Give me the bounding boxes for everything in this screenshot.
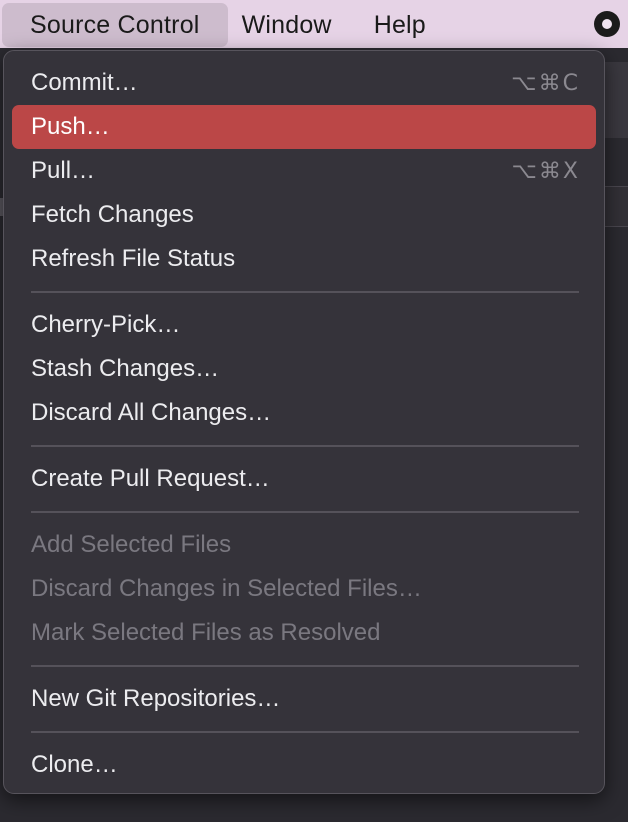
menubar-item-label: Help xyxy=(373,10,426,39)
menu-item-cherry-pick[interactable]: Cherry-Pick… xyxy=(12,303,596,347)
menu-item-add-selected-files: Add Selected Files xyxy=(12,523,596,567)
source-control-menu: Commit… ⌥⌘C Push… Pull… ⌥⌘X Fetch Change… xyxy=(3,50,605,794)
menu-separator xyxy=(31,445,579,447)
menu-item-label: Cherry-Pick… xyxy=(31,311,181,338)
menu-bar: Source Control Window Help xyxy=(0,0,628,48)
menu-item-label: Push… xyxy=(31,113,110,140)
menu-item-discard-all-changes[interactable]: Discard All Changes… xyxy=(12,391,596,435)
record-icon-dot xyxy=(602,19,612,29)
menubar-item-label: Source Control xyxy=(30,10,200,39)
menu-item-discard-changes-selected: Discard Changes in Selected Files… xyxy=(12,567,596,611)
menu-item-push[interactable]: Push… xyxy=(12,105,596,149)
menu-item-clone[interactable]: Clone… xyxy=(12,743,596,787)
menubar-help[interactable]: Help xyxy=(346,3,440,47)
keyboard-shortcut: ⌥⌘C xyxy=(511,70,580,96)
menu-item-label: Commit… xyxy=(31,69,138,96)
keyboard-shortcut: ⌥⌘X xyxy=(511,158,580,184)
menu-item-label: Discard Changes in Selected Files… xyxy=(31,575,422,602)
menu-separator xyxy=(31,511,579,513)
menu-item-label: New Git Repositories… xyxy=(31,685,281,712)
menu-item-label: Clone… xyxy=(31,751,118,778)
menu-item-mark-resolved: Mark Selected Files as Resolved xyxy=(12,611,596,655)
menu-item-label: Discard All Changes… xyxy=(31,399,272,426)
menu-item-label: Add Selected Files xyxy=(31,531,232,558)
menu-item-refresh-file-status[interactable]: Refresh File Status xyxy=(12,237,596,281)
menu-item-label: Fetch Changes xyxy=(31,201,194,228)
menu-item-commit[interactable]: Commit… ⌥⌘C xyxy=(12,61,596,105)
menu-item-pull[interactable]: Pull… ⌥⌘X xyxy=(12,149,596,193)
menu-item-fetch-changes[interactable]: Fetch Changes xyxy=(12,193,596,237)
menubar-window[interactable]: Window xyxy=(228,3,346,47)
menu-item-create-pull-request[interactable]: Create Pull Request… xyxy=(12,457,596,501)
menu-item-new-git-repositories[interactable]: New Git Repositories… xyxy=(12,677,596,721)
menu-item-stash-changes[interactable]: Stash Changes… xyxy=(12,347,596,391)
menu-item-label: Stash Changes… xyxy=(31,355,220,382)
menubar-source-control[interactable]: Source Control xyxy=(2,3,228,47)
menu-separator xyxy=(31,665,579,667)
menu-item-label: Refresh File Status xyxy=(31,245,236,272)
menu-separator xyxy=(31,291,579,293)
menu-separator xyxy=(31,731,579,733)
menu-item-label: Create Pull Request… xyxy=(31,465,270,492)
menubar-item-label: Window xyxy=(241,10,332,39)
menu-item-label: Mark Selected Files as Resolved xyxy=(31,619,381,646)
record-icon[interactable] xyxy=(594,11,620,37)
menu-item-label: Pull… xyxy=(31,157,96,184)
